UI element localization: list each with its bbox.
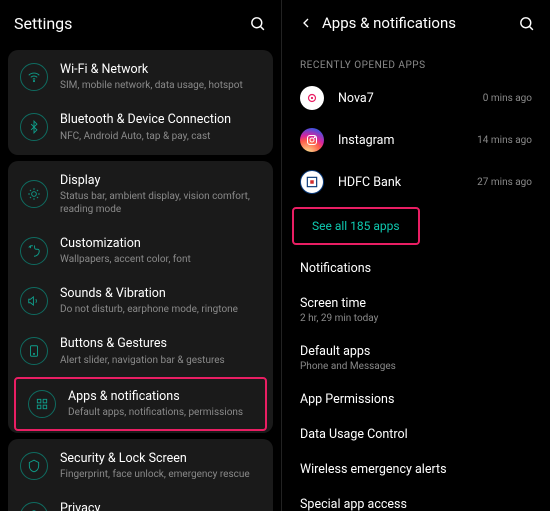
list-item-label: Special app access (300, 497, 532, 511)
settings-row-sub: Fingerprint, face unlock, emergency resc… (60, 468, 261, 481)
recent-app-row[interactable]: Instagram14 mins ago (282, 119, 550, 161)
settings-row-label: Apps & notifications (68, 389, 253, 405)
list-item-label: Notifications (300, 261, 532, 276)
customization-icon (20, 237, 48, 265)
recent-app-row[interactable]: HDFC Bank27 mins ago (282, 161, 550, 203)
app-name: Nova7 (338, 91, 483, 106)
settings-row-texts: Buttons & Gestures Alert slider, navigati… (60, 336, 261, 366)
settings-row-buttons[interactable]: Buttons & Gestures Alert slider, navigati… (8, 326, 273, 376)
settings-row-texts: CustomizationWallpapers, accent color, f… (60, 236, 261, 266)
settings-row-texts: Apps & notificationsDefault apps, notifi… (68, 389, 253, 419)
settings-title: Settings (14, 14, 247, 33)
list-item-sub: Phone and Messages (300, 361, 532, 372)
settings-card: Wi-Fi & NetworkSIM, mobile network, data… (8, 50, 273, 155)
settings-row-texts: Wi-Fi & NetworkSIM, mobile network, data… (60, 62, 261, 92)
list-item-label: App Permissions (300, 392, 532, 407)
app-time: 14 mins ago (477, 135, 532, 146)
list-item-label: Wireless emergency alerts (300, 462, 532, 477)
settings-row-label: Customization (60, 236, 261, 252)
privacy-icon (20, 502, 48, 511)
apps-icon (28, 390, 56, 418)
settings-row-texts: Bluetooth & Device Connection NFC, Androi… (60, 112, 261, 142)
settings-card: Security & Lock ScreenFingerprint, face … (8, 439, 273, 511)
apps-header: Apps & notifications (282, 0, 550, 44)
settings-row-label: Bluetooth & Device Connection (60, 112, 261, 128)
apps-notifications-screen: Apps & notifications RECENTLY OPENED APP… (282, 0, 550, 511)
settings-card: DisplayStatus bar, ambient display, visi… (8, 161, 273, 433)
apps-title: Apps & notifications (322, 14, 516, 32)
settings-row-texts: PrivacyPermissions, personal data (60, 501, 261, 511)
settings-row-sub: Alert slider, navigation bar & gestures (60, 354, 261, 367)
settings-row-sub: Wallpapers, accent color, font (60, 253, 261, 266)
settings-row-sub: SIM, mobile network, data usage, hotspot (60, 79, 261, 92)
settings-screen: Settings Wi-Fi & NetworkSIM, mobile netw… (0, 0, 282, 511)
list-item[interactable]: Special app access2 apps can use unrestr… (282, 487, 550, 511)
see-all-apps-link[interactable]: See all 185 apps (294, 209, 418, 243)
app-icon (300, 128, 324, 152)
settings-row-wifi[interactable]: Wi-Fi & NetworkSIM, mobile network, data… (8, 52, 273, 102)
settings-row-sounds[interactable]: Sounds & VibrationDo not disturb, earpho… (8, 276, 273, 326)
settings-row-customization[interactable]: CustomizationWallpapers, accent color, f… (8, 226, 273, 276)
settings-row-sub: Status bar, ambient display, vision comf… (60, 190, 261, 216)
list-item[interactable]: Default apps Phone and Messages (282, 334, 550, 382)
list-item-label: Screen time (300, 296, 532, 311)
settings-row-security[interactable]: Security & Lock ScreenFingerprint, face … (8, 441, 273, 491)
settings-row-display[interactable]: DisplayStatus bar, ambient display, visi… (8, 163, 273, 226)
settings-row-sub: NFC, Android Auto, tap & pay, cast (60, 130, 261, 143)
settings-row-sub: Do not disturb, earphone mode, ringtone (60, 303, 261, 316)
settings-row-label: Privacy (60, 501, 261, 511)
list-item[interactable]: Notifications (282, 251, 550, 286)
settings-row-privacy[interactable]: PrivacyPermissions, personal data (8, 491, 273, 511)
settings-row-label: Sounds & Vibration (60, 286, 261, 302)
settings-row-label: Security & Lock Screen (60, 451, 261, 467)
list-item-sub: 2 hr, 29 min today (300, 313, 532, 324)
list-item[interactable]: Data Usage Control (282, 417, 550, 452)
list-item[interactable]: App Permissions (282, 382, 550, 417)
back-icon[interactable] (296, 15, 316, 31)
bluetooth-icon (20, 113, 48, 141)
app-time: 0 mins ago (483, 93, 532, 104)
settings-header: Settings (0, 0, 281, 44)
search-icon[interactable] (516, 15, 536, 32)
app-time: 27 mins ago (477, 177, 532, 188)
recent-app-row[interactable]: Nova70 mins ago (282, 77, 550, 119)
settings-row-sub: Default apps, notifications, permissions (68, 406, 253, 419)
display-icon (20, 180, 48, 208)
settings-row-texts: Security & Lock ScreenFingerprint, face … (60, 451, 261, 481)
list-item[interactable]: Screen time 2 hr, 29 min today (282, 286, 550, 334)
search-icon[interactable] (247, 15, 267, 32)
app-name: HDFC Bank (338, 175, 477, 190)
app-icon (300, 86, 324, 110)
list-item-label: Data Usage Control (300, 427, 532, 442)
app-name: Instagram (338, 133, 477, 148)
list-item-label: Default apps (300, 344, 532, 359)
see-all-apps-highlight: See all 185 apps (292, 207, 420, 245)
settings-row-label: Display (60, 173, 261, 189)
security-icon (20, 452, 48, 480)
settings-row-label: Buttons & Gestures (60, 336, 261, 352)
wifi-icon (20, 63, 48, 91)
buttons-icon (20, 337, 48, 365)
sounds-icon (20, 287, 48, 315)
settings-row-label: Wi-Fi & Network (60, 62, 261, 78)
recent-apps-title: RECENTLY OPENED APPS (282, 44, 550, 77)
list-item[interactable]: Wireless emergency alerts (282, 452, 550, 487)
settings-row-texts: DisplayStatus bar, ambient display, visi… (60, 173, 261, 216)
app-icon (300, 170, 324, 194)
settings-row-bluetooth[interactable]: Bluetooth & Device Connection NFC, Androi… (8, 102, 273, 152)
settings-row-texts: Sounds & VibrationDo not disturb, earpho… (60, 286, 261, 316)
settings-row-apps[interactable]: Apps & notificationsDefault apps, notifi… (14, 377, 267, 431)
